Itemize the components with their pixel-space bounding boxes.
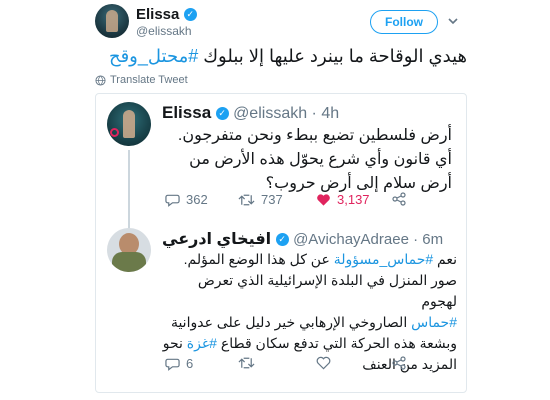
quoted-1-handle[interactable]: @elissakh · 4h — [233, 105, 339, 122]
quoted-2-line-5: المزيد من العنف — [362, 356, 457, 372]
thread-line — [128, 150, 130, 230]
verified-icon: ✓ — [183, 8, 197, 22]
quoted-2-handle[interactable]: @AvichayAdraee · 6m — [293, 231, 443, 248]
quoted-2-name[interactable]: افيخاي ادرعي — [162, 231, 271, 248]
quoted-avatar-elissa[interactable] — [107, 102, 151, 146]
avatar[interactable] — [95, 4, 129, 38]
globe-icon — [95, 74, 106, 86]
like-button[interactable] — [316, 356, 331, 370]
translate-label: Translate Tweet — [110, 74, 188, 86]
hashtag-link[interactable]: #حماس — [411, 314, 457, 330]
reply-button[interactable]: 362 — [165, 192, 208, 207]
chevron-down-icon[interactable] — [447, 14, 461, 28]
author-handle[interactable]: @elissakh — [136, 24, 192, 38]
quoted-2-line-4: وبشعة هذه الحركة التي تدفع سكان قطاع #غز… — [162, 335, 457, 351]
share-icon — [392, 192, 406, 206]
reply-icon — [165, 194, 180, 207]
like-button[interactable]: 3,137 — [316, 192, 370, 207]
verified-icon: ✓ — [275, 233, 289, 247]
retweet-button[interactable]: 737 — [238, 192, 283, 207]
share-button[interactable] — [392, 356, 406, 370]
translate-tweet[interactable]: Translate Tweet — [95, 74, 188, 86]
quoted-1-name[interactable]: Elissa — [162, 103, 211, 122]
tweet-text: هيدي الوقاحة ما بينرد عليها إلا ببلوك #م… — [95, 44, 467, 68]
retweet-button[interactable] — [238, 356, 255, 370]
tweet-text-body: هيدي الوقاحة ما بينرد عليها إلا ببلوك — [198, 46, 467, 66]
hashtag-link[interactable]: #غزة — [187, 335, 217, 351]
author-name-row: Elissa ✓ — [136, 6, 197, 24]
reply-count: 362 — [186, 192, 208, 207]
hashtag-link[interactable]: #محتل_وقح — [109, 46, 198, 66]
retweet-count: 737 — [261, 192, 283, 207]
retweet-icon — [238, 357, 255, 369]
share-button[interactable] — [392, 192, 406, 206]
quoted-2-line-2: صور المنزل في البلدة الإسرائيلية الذي تع… — [197, 272, 457, 309]
quoted-2-text: نعم #حماس_مسؤولة عن كل هذا الوضع المؤلم.… — [162, 249, 457, 375]
quoted-2-line-3: #حماس الصاروخي الإرهابي خير دليل على عدو… — [170, 314, 457, 330]
quoted-2-header: افيخاي ادرعي ✓ @AvichayAdraee · 6m — [162, 229, 443, 249]
follow-button[interactable]: Follow — [370, 10, 438, 34]
quoted-1-header: Elissa ✓ @elissakh · 4h — [162, 103, 339, 123]
heart-icon — [316, 356, 331, 370]
reply-button[interactable]: 6 — [165, 356, 193, 371]
reply-icon — [165, 358, 180, 371]
share-icon — [392, 356, 406, 370]
reply-count: 6 — [186, 356, 194, 371]
retweet-icon — [238, 194, 255, 205]
quoted-avatar-avichay[interactable] — [107, 228, 151, 272]
hashtag-link[interactable]: #حماس_مسؤولة — [334, 251, 433, 267]
author-name[interactable]: Elissa — [136, 6, 179, 23]
quoted-2-line-1: نعم #حماس_مسؤولة عن كل هذا الوضع المؤلم. — [183, 251, 457, 267]
heart-filled-icon — [317, 193, 330, 206]
verified-icon: ✓ — [215, 107, 229, 121]
like-count: 3,137 — [337, 192, 370, 207]
quoted-1-text: أرض فلسطين تضيع ببطء ونحن متفرجون. أي قا… — [177, 127, 452, 192]
